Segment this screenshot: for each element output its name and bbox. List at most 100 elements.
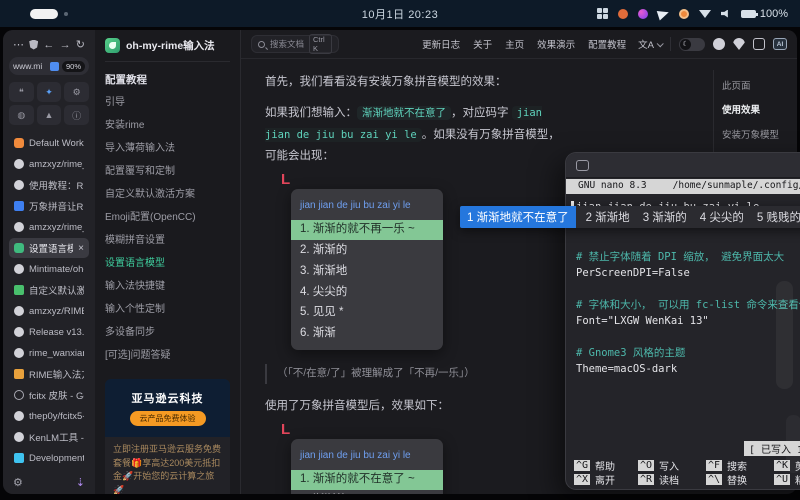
language-selector[interactable]: 文A: [638, 37, 662, 51]
search-box[interactable]: 搜索文档 Ctrl K: [251, 35, 339, 53]
reload-icon[interactable]: ↻: [76, 38, 85, 51]
browser-tab[interactable]: amzxyz/rime_wa: [9, 154, 89, 174]
browser-tab[interactable]: amzxyz/rime_wo: [9, 217, 89, 237]
github-extension-button[interactable]: ◍: [9, 105, 34, 125]
wifi-icon[interactable]: [699, 10, 711, 18]
site-favicon: [14, 285, 24, 295]
terminal-window[interactable]: nano ~/.config GNU nano 8.3 /home/sunmap…: [565, 152, 800, 490]
shortcut-help[interactable]: ^G帮助: [574, 458, 638, 472]
chat-extension-button[interactable]: ❝: [9, 82, 34, 102]
theme-toggle[interactable]: ☾: [679, 38, 705, 51]
sidebar-item-emoji[interactable]: Emoji配置(OpenCC): [105, 204, 230, 227]
back-icon[interactable]: ←: [43, 39, 54, 51]
sidebar-item-default-scheme[interactable]: 自定义默认激活方案: [105, 181, 230, 204]
telegram-icon[interactable]: [657, 7, 671, 20]
ime-screenshot-1: L jian jian de jiu bu zai yi le 1. 渐渐的就不…: [291, 189, 443, 350]
browser-tab[interactable]: Release v13.0.3: [9, 322, 89, 342]
shield-icon[interactable]: [29, 40, 38, 50]
ai-icon[interactable]: AI: [773, 38, 787, 50]
browser-tab[interactable]: RIME输入法方案: [9, 364, 89, 384]
sparkle-extension-button[interactable]: ✦: [37, 82, 62, 102]
sidebar-item-guide[interactable]: 引导: [105, 89, 230, 112]
sidebar-item-fuzzy-pinyin[interactable]: 模糊拼音设置: [105, 227, 230, 250]
menu-icon[interactable]: ⋯: [13, 38, 24, 51]
sidebar-item-install-rime[interactable]: 安装rime: [105, 112, 230, 135]
shortcut-search[interactable]: ^F搜索: [706, 458, 774, 472]
shortcut-cut[interactable]: ^K剪切: [774, 458, 800, 472]
nav-demo[interactable]: 效果演示: [537, 37, 575, 51]
tray-app-icon-2[interactable]: [638, 9, 648, 19]
volume-icon[interactable]: [721, 10, 731, 18]
nav-tutorial[interactable]: 配置教程: [588, 37, 626, 51]
ad-card[interactable]: 亚马逊云科技 云产品免费体验 立即注册亚马逊云服务免费套餐🎁享高达200美元抵扣…: [105, 379, 230, 494]
nav-about[interactable]: 关于: [473, 37, 492, 51]
sidebar-section-title: 配置教程: [105, 72, 230, 87]
settings-gear-icon[interactable]: ⚙: [13, 476, 23, 489]
shortcut-replace[interactable]: ^\替换: [706, 472, 774, 486]
calendar-icon[interactable]: [753, 38, 765, 50]
toc-item-install-model[interactable]: 安装万象模型: [722, 127, 797, 141]
shortcut-exit[interactable]: ^X离开: [574, 472, 638, 486]
url-bar[interactable]: www.mi 90%: [9, 57, 89, 75]
search-shortcut-kbd: Ctrl K: [309, 34, 332, 54]
sidebar-item-sync[interactable]: 多设备同步: [105, 319, 230, 342]
sidebar-item-hotkeys[interactable]: 输入法快捷键: [105, 273, 230, 296]
browser-tab[interactable]: amzxyz/RIME-LM: [9, 301, 89, 321]
forward-icon[interactable]: →: [60, 39, 71, 51]
ime-candidate: 5. 见见 *: [291, 303, 443, 324]
browser-tab[interactable]: KenLM工具 - -: [9, 427, 89, 447]
fcitx-candidate[interactable]: 3 渐渐的: [643, 209, 687, 225]
browser-tab[interactable]: 自定义默认激活: [9, 280, 89, 300]
screen: 10月1日 20:23 100% ⋯ ← → ↻: [0, 0, 800, 500]
download-icon[interactable]: ⇣: [76, 476, 85, 489]
divider: [670, 37, 671, 51]
fcitx-candidate[interactable]: 2 渐渐地: [586, 209, 630, 225]
extension-icon[interactable]: [50, 62, 59, 71]
browser-tab-active[interactable]: 设置语言模型×: [9, 238, 89, 258]
toc-item-usage-effect[interactable]: 使用效果: [722, 102, 797, 116]
fcitx-candidate[interactable]: 5 贱贱的: [757, 209, 800, 225]
paragraph: 首先，我们看看没有安装万象拼音模型的效果：: [265, 72, 567, 93]
site-title: oh-my-rime输入法: [126, 38, 215, 53]
app-grid-icon[interactable]: [597, 8, 608, 19]
sidebar-item-faq[interactable]: [可选]问题答疑: [105, 342, 230, 365]
workspace-selector[interactable]: Default Worksp: [9, 133, 89, 153]
terminal-tab-icon: [576, 160, 589, 171]
shortcut-writeout[interactable]: ^O写入: [638, 458, 706, 472]
ad-cta-button[interactable]: 云产品免费体验: [130, 411, 206, 426]
upload-extension-button[interactable]: ▲: [37, 105, 62, 125]
shortcut-paste[interactable]: ^U粘贴: [774, 472, 800, 486]
translate-icon: 文A: [638, 37, 654, 51]
sidebar-item-override[interactable]: 配置覆写和定制: [105, 158, 230, 181]
info-extension-button[interactable]: ⓘ: [64, 105, 89, 125]
fcitx-candidate-selected[interactable]: 1 渐渐地就不在意了: [460, 206, 576, 228]
fcitx-candidate[interactable]: 4 尖尖的: [700, 209, 744, 225]
sidebar-item-import[interactable]: 导入薄荷输入法: [105, 135, 230, 158]
paragraph: 使用了万象拼音模型后，效果如下：: [265, 396, 567, 417]
site-header[interactable]: oh-my-rime输入法: [105, 38, 230, 62]
zoom-level-badge[interactable]: 90%: [62, 61, 85, 72]
close-tab-icon[interactable]: ×: [78, 243, 84, 254]
nav-changelog[interactable]: 更新日志: [422, 37, 460, 51]
github-icon[interactable]: [713, 38, 725, 50]
settings-extension-button[interactable]: ⚙: [64, 82, 89, 102]
sidebar-item-language-model-active[interactable]: 设置语言模型: [105, 250, 230, 273]
browser-tab[interactable]: fcitx 皮肤 - Goo: [9, 385, 89, 405]
gitlab-icon[interactable]: [733, 38, 745, 50]
browser-tab[interactable]: Mintimate/oh-m: [9, 259, 89, 279]
browser-tab[interactable]: rime_wanxiang/: [9, 343, 89, 363]
browser-tab[interactable]: thep0y/fcitx5-th: [9, 406, 89, 426]
browser-tab[interactable]: Development an: [9, 448, 89, 468]
quick-actions: ❝ ✦ ⚙ ◍ ▲ ⓘ: [9, 82, 89, 125]
tray-app-icon-3[interactable]: [679, 9, 689, 19]
nav-home[interactable]: 主页: [505, 37, 524, 51]
tray-app-icon-1[interactable]: [618, 9, 628, 19]
browser-tab[interactable]: 万象拼音让RIME: [9, 196, 89, 216]
page-header: 搜索文档 Ctrl K 更新日志 关于 主页 效果演示 配置教程 文A ☾ AI: [241, 30, 797, 59]
workspace-icon: [14, 138, 24, 148]
terminal-titlebar[interactable]: nano ~/.config: [566, 153, 800, 178]
browser-tab[interactable]: 使用教程：Rime: [9, 175, 89, 195]
sidebar-item-personalize[interactable]: 输入个性定制: [105, 296, 230, 319]
shortcut-readfile[interactable]: ^R读档: [638, 472, 706, 486]
battery-indicator[interactable]: 100%: [741, 8, 788, 20]
